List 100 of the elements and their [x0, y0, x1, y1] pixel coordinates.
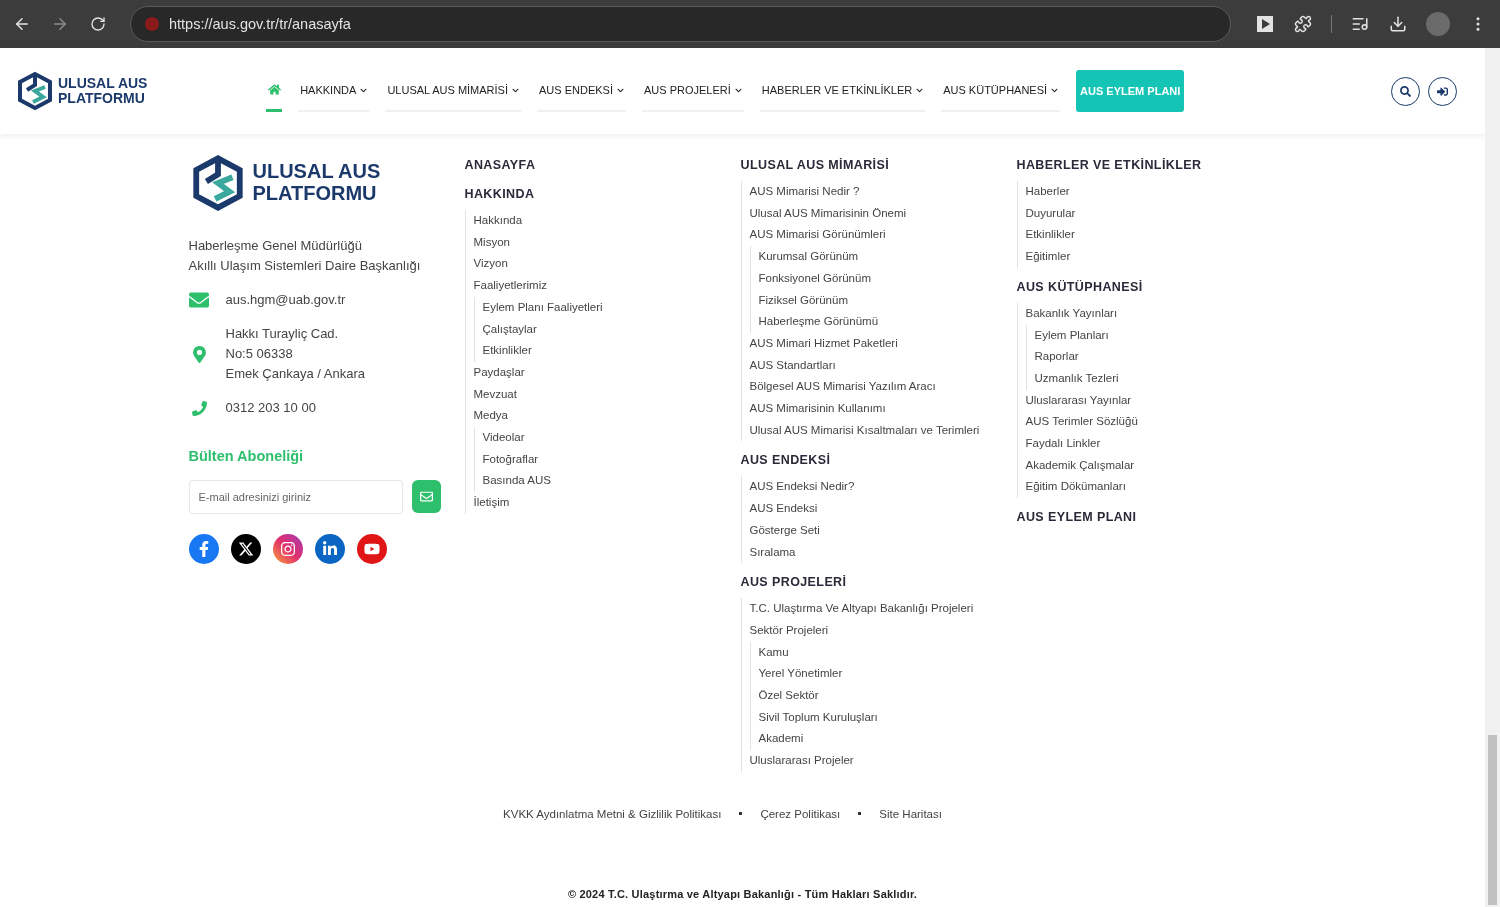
- address-text: Hakkı Turayliç Cad. No:5 06338 Emek Çankaya / Ankara: [225, 325, 365, 383]
- footer-link[interactable]: Vizyon: [473, 253, 741, 276]
- nav-menu-item[interactable]: ULUSAL AUS MİMARİSİ: [385, 70, 521, 112]
- section-heading-link[interactable]: HABERLER VE ETKİNLİKLER: [1016, 158, 1217, 172]
- footer-link[interactable]: Eylem Planı Faaliyetleri: [482, 296, 741, 319]
- nav-menu-item[interactable]: HABERLER VE ETKİNLİKLER: [759, 70, 926, 112]
- nav-menu-item[interactable]: AUS KÜTÜPHANESİ: [941, 70, 1061, 112]
- footer-link[interactable]: Özel Sektör: [758, 685, 1017, 707]
- footer-link[interactable]: Haberler: [1025, 181, 1217, 203]
- footer-link[interactable]: Eğitimler: [1025, 246, 1217, 268]
- legal-link[interactable]: KVKK Aydınlatma Metni & Gizlilik Politikası: [503, 807, 722, 820]
- footer-link[interactable]: AUS Endeksi: [749, 498, 1017, 520]
- facebook-icon[interactable]: [188, 534, 219, 564]
- search-icon: [1400, 85, 1411, 97]
- footer-link[interactable]: AUS Mimarisinin Kullanımı: [749, 398, 1017, 420]
- footer-link[interactable]: Sıralama: [749, 541, 1017, 564]
- section-heading-link[interactable]: AUS EYLEM PLANI: [1016, 510, 1217, 525]
- phone-text: 0312 203 10 00: [225, 399, 316, 417]
- sign-in-icon: [1437, 85, 1448, 97]
- footer-link[interactable]: Eğitim Dökümanları: [1025, 476, 1217, 499]
- reload-icon[interactable]: [88, 14, 108, 34]
- chevron-down-icon: [1051, 86, 1059, 94]
- linkedin-icon[interactable]: [314, 534, 345, 564]
- instagram-icon[interactable]: [272, 534, 303, 564]
- footer-link[interactable]: Ulusal AUS Mimarisi Kısaltmaları ve Terimleri: [749, 419, 1017, 442]
- email-link[interactable]: aus.hgm@uab.gov.tr: [225, 290, 346, 310]
- footer-link[interactable]: Etkinlikler: [482, 340, 741, 362]
- footer-link[interactable]: Eylem Planları: [1034, 324, 1217, 347]
- footer-link[interactable]: Akademik Çalışmalar: [1025, 454, 1217, 477]
- search-button[interactable]: [1391, 76, 1420, 106]
- chevron-down-icon: [734, 86, 742, 94]
- footer-link[interactable]: AUS Mimarisi Görünümleri: [749, 224, 1017, 247]
- section-heading-link[interactable]: ULUSAL AUS MİMARİSİ: [740, 158, 1017, 172]
- section-heading-link[interactable]: AUS ENDEKSİ: [740, 453, 1017, 468]
- footer-link[interactable]: Kamu: [758, 641, 1017, 664]
- legal-link[interactable]: Çerez Politikası: [760, 807, 841, 820]
- footer-link[interactable]: Duyurular: [1025, 202, 1217, 225]
- download-icon[interactable]: [1388, 14, 1408, 34]
- footer-link[interactable]: Paydaşlar: [473, 361, 741, 384]
- footer-link[interactable]: Bakanlık Yayınları: [1025, 302, 1217, 325]
- footer-link[interactable]: Fonksiyonel Görünüm: [758, 267, 1017, 290]
- footer-link[interactable]: AUS Standartları: [749, 354, 1017, 377]
- footer-link[interactable]: AUS Endeksi Nedir?: [749, 476, 1017, 499]
- x-icon[interactable]: [230, 534, 261, 564]
- section-heading-link[interactable]: HAKKINDA: [464, 187, 741, 201]
- footer-link[interactable]: Yerel Yönetimler: [758, 663, 1017, 686]
- legal-link[interactable]: Site Haritası: [879, 807, 942, 820]
- logo-text: ULUSAL AUS PLATFORMU: [58, 75, 148, 107]
- play-icon[interactable]: [1255, 14, 1275, 34]
- footer-link[interactable]: Etkinlikler: [1025, 224, 1217, 247]
- footer-link[interactable]: Haberleşme Görünümü: [758, 311, 1017, 333]
- email-input-field[interactable]: E-mail adresinizi giriniz: [188, 480, 403, 514]
- footer-link[interactable]: Sektör Projeleri: [749, 619, 1017, 642]
- scrollbar[interactable]: [1485, 48, 1500, 907]
- copyright-text: © 2024 T.C. Ulaştırma ve Altyapı Bakanlığı - Tüm Hakları Saklıdır.: [567, 887, 918, 900]
- footer-link[interactable]: Misyon: [473, 231, 741, 254]
- section-heading-link[interactable]: AUS KÜTÜPHANESİ: [1016, 279, 1217, 294]
- footer-link[interactable]: Ulusal AUS Mimarisinin Önemi: [749, 202, 1017, 225]
- footer-link[interactable]: Hakkında: [473, 210, 741, 232]
- footer-link[interactable]: Mevzuat: [473, 383, 741, 406]
- footer-link[interactable]: Uluslararası Projeler: [749, 750, 1017, 772]
- footer-link[interactable]: Videolar: [482, 427, 741, 449]
- nav-menu-item[interactable]: AUS ENDEKSİ: [537, 70, 626, 112]
- footer-link[interactable]: Uzmanlık Tezleri: [1034, 367, 1217, 390]
- footer-link[interactable]: Gösterge Seti: [749, 519, 1017, 542]
- extensions-icon[interactable]: [1293, 14, 1313, 34]
- youtube-icon[interactable]: [356, 534, 387, 564]
- footer-link[interactable]: Fotoğraflar: [482, 448, 741, 471]
- section-heading-link[interactable]: AUS PROJELERİ: [740, 575, 1017, 590]
- footer-link[interactable]: İletişim: [473, 492, 741, 514]
- footer-link[interactable]: Faydalı Linkler: [1025, 433, 1217, 455]
- chevron-down-icon: [512, 86, 519, 94]
- nav-menu-item[interactable]: AUS PROJELERİ: [641, 70, 744, 112]
- section-heading-link[interactable]: ANASAYFA: [464, 158, 741, 172]
- footer-link[interactable]: Faaliyetlerimiz: [473, 275, 741, 297]
- footer-link[interactable]: Çalıştaylar: [482, 318, 741, 341]
- chevron-down-icon: [360, 86, 368, 94]
- footer-link[interactable]: Kurumsal Görünüm: [758, 246, 1017, 268]
- footer-link[interactable]: Medya: [473, 405, 741, 428]
- footer-link[interactable]: Bölgesel AUS Mimarisi Yazılım Aracı: [749, 376, 1017, 399]
- nav-menu-item[interactable]: HAKKINDA: [298, 70, 370, 112]
- footer-link[interactable]: Fiziksel Görünüm: [758, 289, 1017, 312]
- footer-link[interactable]: AUS Terimler Sözlüğü: [1025, 411, 1217, 434]
- address-bar[interactable]: https://aus.gov.tr/tr/anasayfa: [130, 6, 1231, 42]
- organization-text: Akıllı Ulaşım Sistemleri Daire Başkanlığı: [188, 257, 422, 275]
- footer-link[interactable]: Raporlar: [1034, 346, 1217, 368]
- site-icon: [145, 17, 159, 31]
- map-pin-icon: [190, 345, 208, 363]
- login-button[interactable]: [1428, 76, 1457, 106]
- organization-text: Haberleşme Genel Müdürlüğü: [188, 237, 363, 255]
- footer-link[interactable]: Basında AUS: [482, 470, 741, 493]
- footer-link[interactable]: Sivil Toplum Kuruluşları: [758, 706, 1017, 729]
- footer-link[interactable]: AUS Mimarisi Nedir ?: [749, 181, 1017, 203]
- logo-text: ULUSAL AUS PLATFORMU: [252, 161, 381, 205]
- chevron-down-icon: [916, 86, 924, 94]
- envelope-icon: [189, 290, 209, 310]
- footer-link[interactable]: Akademi: [758, 728, 1017, 751]
- footer-link[interactable]: AUS Mimari Hizmet Paketleri: [749, 332, 1017, 355]
- footer-link[interactable]: Uluslararası Yayınlar: [1025, 389, 1217, 412]
- footer-link[interactable]: T.C. Ulaştırma Ve Altyapı Bakanlığı Projeleri: [749, 598, 1017, 620]
